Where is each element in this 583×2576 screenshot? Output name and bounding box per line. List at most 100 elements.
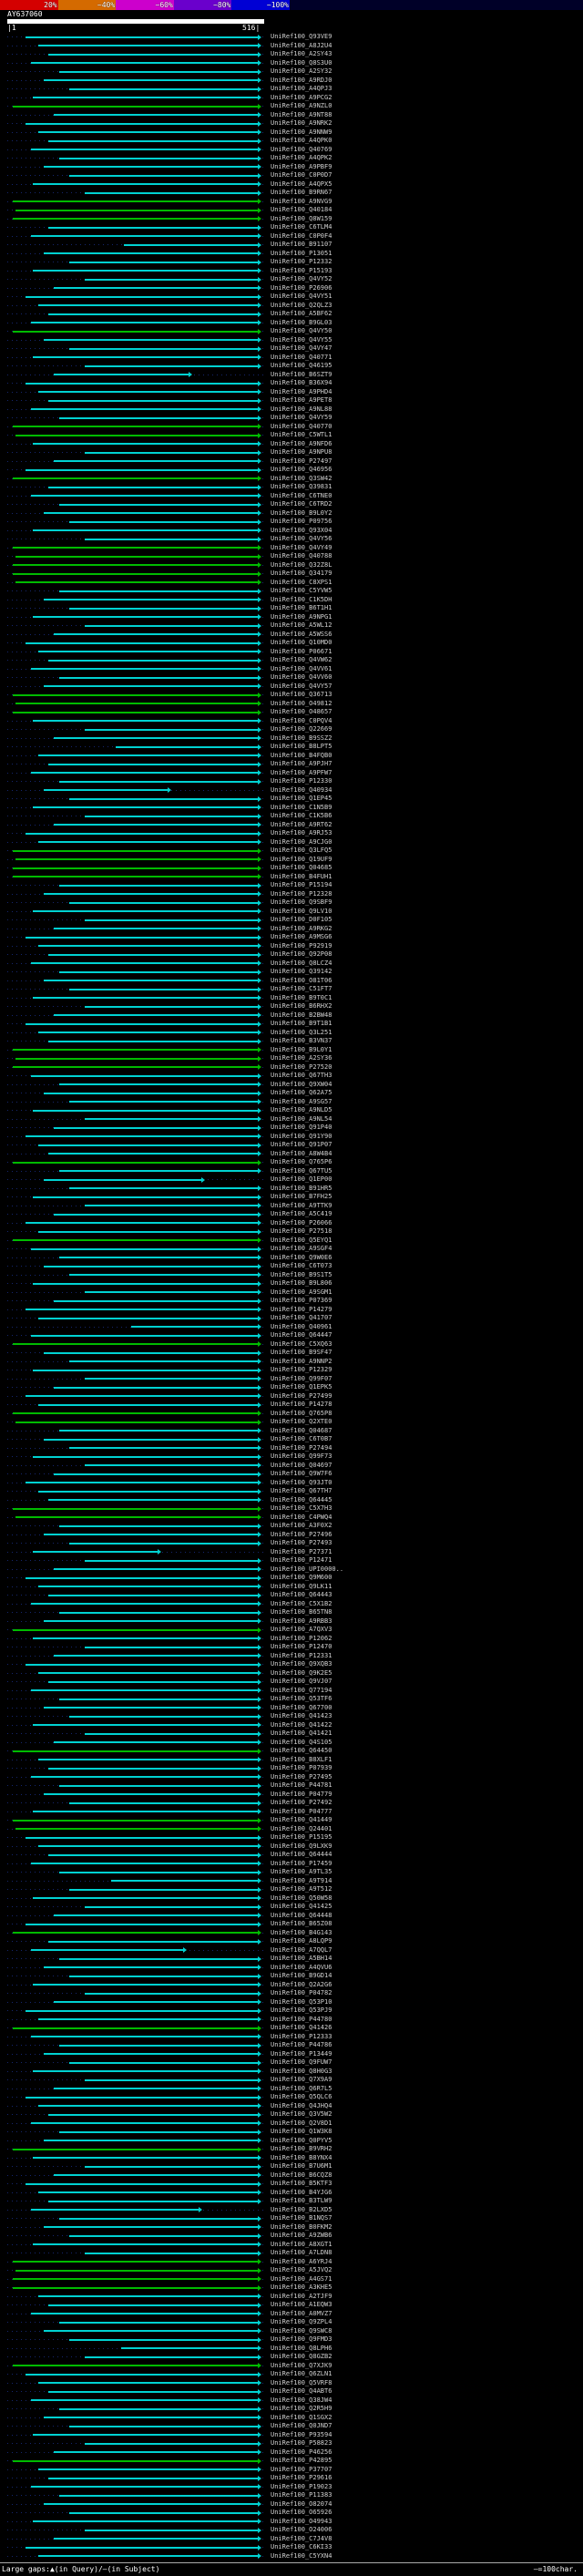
hit-label[interactable]: UniRef100_Q9LV10: [266, 908, 332, 917]
hit-bar[interactable]: [25, 1222, 259, 1224]
hit-bar[interactable]: [15, 1421, 259, 1423]
hit-label[interactable]: UniRef100_Q40934: [266, 786, 332, 795]
hit-label[interactable]: UniRef100_Q41426: [266, 2024, 332, 2033]
hit-bar[interactable]: [58, 884, 259, 887]
hit-label[interactable]: UniRef100_A8XGT1: [266, 2241, 332, 2250]
hit-bar[interactable]: [69, 2511, 259, 2514]
hit-label[interactable]: UniRef100_A8W4B4: [266, 1150, 332, 1159]
hit-label[interactable]: UniRef100_B1NQS7: [266, 2214, 332, 2223]
hit-label[interactable]: UniRef100_Q4VY55: [266, 336, 332, 345]
hit-bar[interactable]: [25, 1663, 259, 1666]
hit-bar[interactable]: [54, 460, 259, 462]
hit-bar[interactable]: [33, 183, 259, 185]
hit-bar[interactable]: [43, 1966, 259, 1968]
hit-bar[interactable]: [85, 728, 259, 731]
hit-bar[interactable]: [58, 2217, 259, 2220]
hit-bar[interactable]: [54, 737, 259, 739]
hit-bar[interactable]: [85, 1992, 259, 1995]
hit-label[interactable]: UniRef100_Q4VY52: [266, 275, 332, 284]
hit-bar[interactable]: [54, 1014, 259, 1016]
hit-bar[interactable]: [30, 2399, 259, 2401]
hit-bar[interactable]: [85, 1205, 259, 1206]
hit-label[interactable]: UniRef100_A4QPX5: [266, 180, 332, 190]
hit-label[interactable]: UniRef100_A5C419: [266, 1210, 332, 1219]
hit-bar[interactable]: [30, 1949, 184, 1951]
hit-bar[interactable]: [43, 512, 259, 514]
hit-bar[interactable]: [85, 538, 259, 540]
hit-label[interactable]: UniRef100_B6SZT9: [266, 371, 332, 380]
hit-label[interactable]: UniRef100_Q9M600: [266, 1574, 332, 1583]
hit-label[interactable]: UniRef100_B0FKM2: [266, 2223, 332, 2232]
hit-bar[interactable]: [33, 356, 259, 358]
hit-bar[interactable]: [38, 2191, 259, 2193]
hit-label[interactable]: UniRef100_A5JVQ2: [266, 2266, 332, 2275]
hit-label[interactable]: UniRef100_P14279: [266, 1306, 332, 1315]
hit-bar[interactable]: [38, 1845, 259, 1847]
hit-bar[interactable]: [58, 2130, 259, 2133]
hit-bar[interactable]: [38, 2555, 259, 2557]
hit-label[interactable]: UniRef100_Q53TF6: [266, 1695, 332, 1704]
hit-bar[interactable]: [43, 1351, 259, 1354]
hit-bar[interactable]: [85, 2252, 259, 2254]
hit-bar[interactable]: [15, 1057, 259, 1060]
hit-bar[interactable]: [85, 191, 259, 194]
hit-label[interactable]: UniRef100_C4PWQ4: [266, 1514, 332, 1523]
hit-bar[interactable]: [85, 2529, 259, 2531]
hit-label[interactable]: UniRef100_C6TLM4: [266, 223, 332, 232]
hit-bar[interactable]: [12, 1343, 259, 1345]
hit-label[interactable]: UniRef100_Q1W3K8: [266, 2128, 332, 2137]
hit-label[interactable]: UniRef100_Q40769: [266, 146, 332, 155]
hit-bar[interactable]: [54, 633, 259, 635]
hit-label[interactable]: UniRef100_P12329: [266, 1366, 332, 1375]
hit-label[interactable]: UniRef100_Q4ABT6: [266, 2387, 332, 2396]
hit-bar[interactable]: [54, 2088, 259, 2089]
hit-label[interactable]: UniRef100_O49943: [266, 2518, 332, 2527]
hit-bar[interactable]: [85, 1378, 259, 1380]
hit-bar[interactable]: [15, 1828, 259, 1830]
hit-label[interactable]: UniRef100_A9NL54: [266, 1115, 332, 1124]
hit-bar[interactable]: [25, 2546, 259, 2549]
hit-bar[interactable]: [25, 1923, 259, 1925]
hit-label[interactable]: UniRef100_A9T512: [266, 1885, 332, 1894]
hit-bar[interactable]: [85, 624, 259, 627]
hit-bar[interactable]: [30, 1863, 259, 1864]
hit-label[interactable]: UniRef100_B8LPT5: [266, 743, 332, 752]
hit-bar[interactable]: [58, 1698, 259, 1700]
hit-bar[interactable]: [25, 2096, 259, 2099]
hit-label[interactable]: UniRef100_A9NPU8: [266, 448, 332, 457]
hit-label[interactable]: UniRef100_C6T0B7: [266, 1435, 332, 1444]
hit-label[interactable]: UniRef100_A9TL35: [266, 1868, 332, 1877]
hit-bar[interactable]: [25, 2182, 259, 2185]
hit-label[interactable]: UniRef100_C5YXN4: [266, 2552, 332, 2561]
hit-label[interactable]: UniRef100_A5BF62: [266, 310, 332, 319]
hit-label[interactable]: UniRef100_P12328: [266, 890, 332, 899]
hit-bar[interactable]: [38, 131, 259, 133]
hit-label[interactable]: UniRef100_B9VRH2: [266, 2145, 332, 2154]
hit-label[interactable]: UniRef100_A9PBF9: [266, 163, 332, 172]
hit-label[interactable]: UniRef100_Q3LFQ5: [266, 847, 332, 856]
hit-label[interactable]: UniRef100_Q50W58: [266, 1894, 332, 1904]
hit-bar[interactable]: [33, 529, 259, 531]
hit-bar[interactable]: [69, 520, 259, 523]
hit-bar[interactable]: [69, 1360, 259, 1362]
hit-bar[interactable]: [48, 139, 259, 142]
hit-bar[interactable]: [54, 1568, 259, 1570]
hit-bar[interactable]: [48, 1040, 259, 1042]
hit-label[interactable]: UniRef100_Q2QLZ3: [266, 302, 332, 311]
hit-bar[interactable]: [30, 1776, 259, 1778]
hit-label[interactable]: UniRef100_P07939: [266, 1764, 332, 1773]
hit-label[interactable]: UniRef100_Q53PJ9: [266, 2006, 332, 2016]
hit-bar[interactable]: [12, 200, 259, 202]
hit-bar[interactable]: [33, 1109, 259, 1112]
hit-label[interactable]: UniRef100_Q67TU5: [266, 1167, 332, 1176]
hit-bar[interactable]: [25, 2373, 259, 2376]
hit-label[interactable]: UniRef100_A9RBB3: [266, 1617, 332, 1627]
hit-bar[interactable]: [30, 1247, 259, 1250]
hit-bar[interactable]: [12, 426, 259, 427]
hit-label[interactable]: UniRef100_Q64444: [266, 1851, 332, 1860]
hit-label[interactable]: UniRef100_Q3L251: [266, 1029, 332, 1038]
hit-bar[interactable]: [54, 2451, 259, 2453]
hit-bar[interactable]: [85, 451, 259, 454]
hit-label[interactable]: UniRef100_O48657: [266, 708, 332, 717]
hit-bar[interactable]: [30, 2486, 259, 2488]
